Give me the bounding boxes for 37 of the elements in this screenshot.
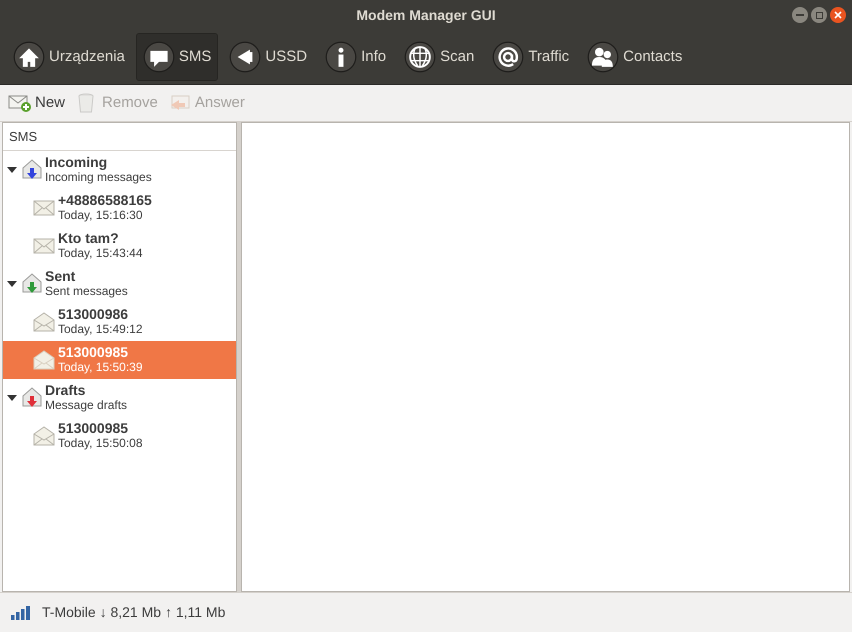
house-icon xyxy=(13,41,45,73)
signal-icon xyxy=(11,606,32,620)
nav-tab[interactable]: USSD xyxy=(222,33,314,81)
nav-tab[interactable]: SMS xyxy=(136,33,218,81)
at-sign-icon xyxy=(492,41,524,73)
nav-tab[interactable]: Traffic xyxy=(485,33,576,81)
folder-title[interactable]: Drafts xyxy=(45,383,128,398)
envelope-icon xyxy=(33,426,55,446)
minimize-button[interactable] xyxy=(792,7,808,23)
column-header[interactable]: SMS xyxy=(3,123,236,151)
close-button[interactable] xyxy=(830,7,846,23)
toolbar-button[interactable]: New xyxy=(8,92,66,114)
message-item[interactable]: Kto tam? Today, 15:43:44 xyxy=(3,227,236,265)
message-item[interactable]: 513000986 Today, 15:49:12 xyxy=(3,303,236,341)
nav-tab[interactable]: Scan xyxy=(397,33,482,81)
message-item[interactable]: 513000985 Today, 15:50:08 xyxy=(3,417,236,455)
folder-title[interactable]: Sent xyxy=(45,269,128,284)
folder-subtitle: Message drafts xyxy=(45,398,128,413)
window-title: Modem Manager GUI xyxy=(356,6,496,25)
nav-tab[interactable]: Contacts xyxy=(580,33,690,81)
speaker-icon xyxy=(229,41,262,73)
envelope-icon xyxy=(33,238,55,254)
close-icon xyxy=(834,11,842,19)
folder-subtitle: Sent messages xyxy=(45,284,128,299)
folder-title[interactable]: Incoming xyxy=(45,155,152,170)
envelope-icon xyxy=(33,200,55,216)
envelope-icon xyxy=(33,312,55,332)
message-item[interactable]: +48886588165 Today, 15:16:30 xyxy=(3,189,236,227)
envelope-icon xyxy=(33,350,55,370)
info-icon xyxy=(325,41,358,73)
globe-icon xyxy=(404,41,436,73)
speech-bubble-icon xyxy=(142,41,175,73)
nav-tab[interactable]: Urządzenia xyxy=(6,33,132,81)
folder-subtitle: Incoming messages xyxy=(45,170,152,185)
nav-tab[interactable]: Info xyxy=(318,33,394,81)
status-text: T-Mobile ↓ 8,21 Mb ↑ 1,11 Mb xyxy=(42,603,226,622)
people-icon xyxy=(587,41,620,73)
